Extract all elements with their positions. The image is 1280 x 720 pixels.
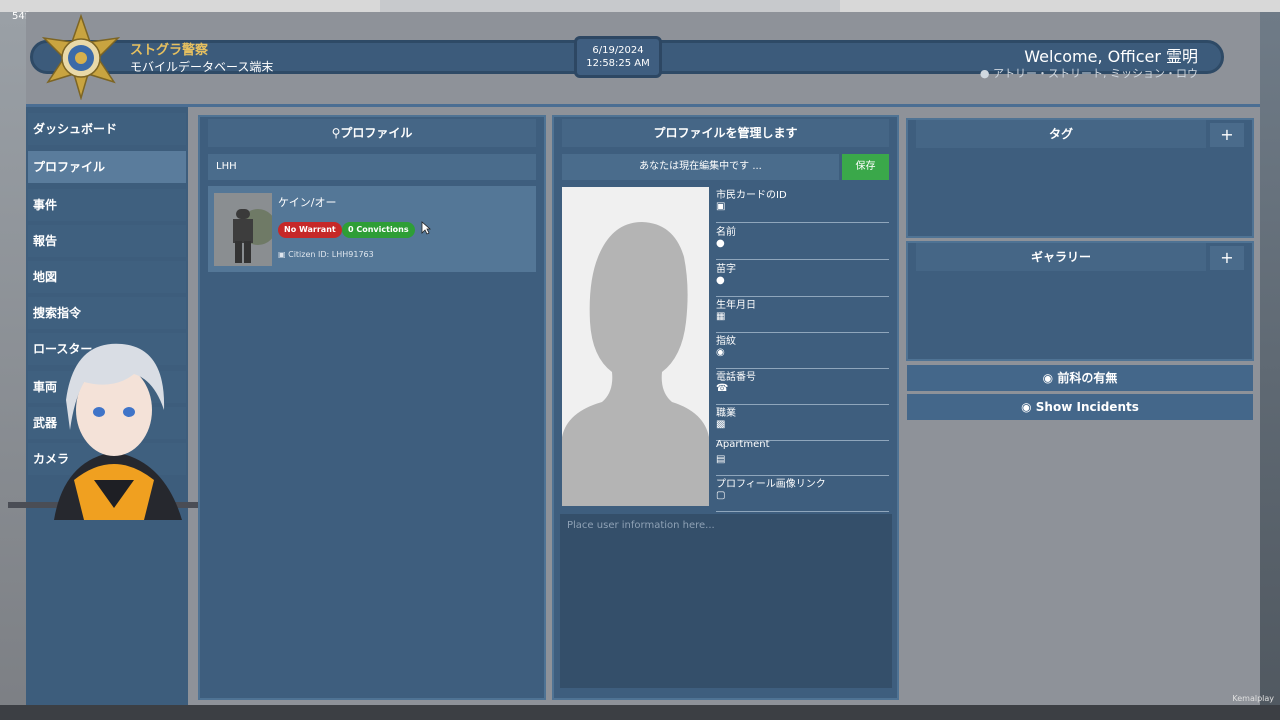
building-icon: ▤ bbox=[716, 454, 726, 465]
profiles-title: ⚲プロファイル bbox=[208, 119, 536, 147]
field-last-name[interactable]: 苗字 ● bbox=[716, 260, 889, 297]
user-icon: ● bbox=[716, 238, 725, 249]
field-image-link-label: プロフィール画像リンク bbox=[716, 479, 826, 490]
sidebar-item-dashboard[interactable]: ダッシュボード bbox=[28, 113, 186, 145]
sidebar-item-profiles[interactable]: プロファイル bbox=[28, 151, 186, 183]
criminal-record-label: 前科の有無 bbox=[1057, 371, 1118, 385]
profiles-title-label: プロファイル bbox=[340, 126, 413, 140]
eye-icon: ◉ bbox=[1042, 371, 1058, 385]
convictions-badge: 0 Convictions bbox=[342, 222, 415, 238]
field-birthdate-label: 生年月日 bbox=[716, 300, 756, 311]
result-name: ケイン/オー bbox=[278, 196, 337, 209]
briefcase-icon: ▩ bbox=[716, 419, 726, 430]
field-apartment[interactable]: Apartment ▤ bbox=[716, 439, 889, 476]
org-name: ストグラ警察 bbox=[130, 43, 209, 58]
profile-notes-textarea[interactable]: Place user information here... bbox=[560, 514, 892, 688]
location-text: ● アトリー・ストリート, ミッション・ロウ bbox=[980, 65, 1198, 81]
sidebar-item-map[interactable]: 地図 bbox=[28, 261, 186, 293]
eye-icon: ◉ bbox=[1021, 400, 1036, 414]
user-icon: ● bbox=[716, 275, 725, 286]
game-hud-top bbox=[380, 0, 840, 12]
add-tag-button[interactable]: + bbox=[1210, 123, 1244, 147]
mouse-cursor-icon bbox=[421, 221, 431, 235]
field-first-name-label: 名前 bbox=[716, 227, 736, 238]
current-date: 6/19/2024 bbox=[592, 45, 644, 56]
field-image-link[interactable]: プロフィール画像リンク ▢ bbox=[716, 475, 889, 512]
gallery-title: ギャラリー bbox=[916, 243, 1206, 271]
calendar-icon: ▦ bbox=[716, 311, 726, 322]
field-citizen-id-label: 市民カードのID bbox=[716, 190, 787, 201]
watermark: Kemalplay bbox=[1232, 694, 1274, 703]
org-subtitle: モバイルデータベース端末 bbox=[130, 60, 274, 74]
location-label: アトリー・ストリート, ミッション・ロウ bbox=[993, 67, 1198, 80]
citizen-id: ▣ Citizen ID: LHH91763 bbox=[278, 250, 374, 259]
id-card-icon: ▣ bbox=[716, 201, 726, 212]
field-phone[interactable]: 電話番号 ☎ bbox=[716, 368, 889, 405]
game-world-right bbox=[1260, 12, 1280, 720]
tags-title: タグ bbox=[916, 120, 1206, 148]
header-divider bbox=[26, 104, 1260, 107]
show-incidents-label: Show Incidents bbox=[1035, 400, 1139, 414]
citizen-id-label: Citizen ID: LHH91763 bbox=[288, 250, 374, 259]
game-world-bottom bbox=[0, 705, 1280, 720]
field-birthdate[interactable]: 生年月日 ▦ bbox=[716, 296, 889, 333]
field-first-name[interactable]: 名前 ● bbox=[716, 223, 889, 260]
manage-profile-title: プロファイルを管理します bbox=[562, 119, 889, 147]
show-incidents-button[interactable]: ◉ Show Incidents bbox=[907, 394, 1253, 420]
sidebar-item-reports[interactable]: 報告 bbox=[28, 225, 186, 257]
field-fingerprint-label: 指紋 bbox=[716, 336, 736, 347]
field-occupation[interactable]: 職業 ▩ bbox=[716, 404, 889, 441]
current-time: 12:58:25 AM bbox=[586, 58, 650, 69]
datetime-box: 6/19/2024 12:58:25 AM bbox=[574, 36, 662, 78]
profile-search-input[interactable]: LHH bbox=[208, 154, 536, 180]
field-citizen-id[interactable]: 市民カードのID ▣ bbox=[716, 186, 889, 223]
id-card-icon: ▣ bbox=[278, 250, 289, 259]
field-occupation-label: 職業 bbox=[716, 408, 736, 419]
sidebar-item-bolos[interactable]: 捜索指令 bbox=[28, 297, 186, 329]
police-badge-icon bbox=[41, 14, 121, 100]
sidebar-item-incidents[interactable]: 事件 bbox=[28, 189, 186, 221]
add-gallery-button[interactable]: + bbox=[1210, 246, 1244, 270]
result-photo bbox=[214, 193, 272, 266]
field-apartment-label: Apartment bbox=[716, 439, 770, 450]
phone-icon: ☎ bbox=[716, 383, 729, 394]
fingerprint-icon: ◉ bbox=[716, 347, 725, 358]
editing-status: あなたは現在編集中です ... bbox=[562, 154, 839, 180]
warrant-badge: No Warrant bbox=[278, 222, 342, 238]
field-last-name-label: 苗字 bbox=[716, 264, 736, 275]
save-button[interactable]: 保存 bbox=[842, 154, 889, 180]
field-phone-label: 電話番号 bbox=[716, 372, 756, 383]
criminal-record-button[interactable]: ◉ 前科の有無 bbox=[907, 365, 1253, 391]
image-icon: ▢ bbox=[716, 490, 726, 501]
profile-portrait[interactable] bbox=[562, 187, 709, 506]
field-fingerprint[interactable]: 指紋 ◉ bbox=[716, 332, 889, 369]
welcome-text: Welcome, Officer 霊明 bbox=[1024, 47, 1198, 66]
profile-result-card[interactable]: ケイン/オー No Warrant 0 Convictions ▣ Citize… bbox=[208, 186, 536, 272]
map-pin-icon: ● bbox=[979, 67, 993, 80]
